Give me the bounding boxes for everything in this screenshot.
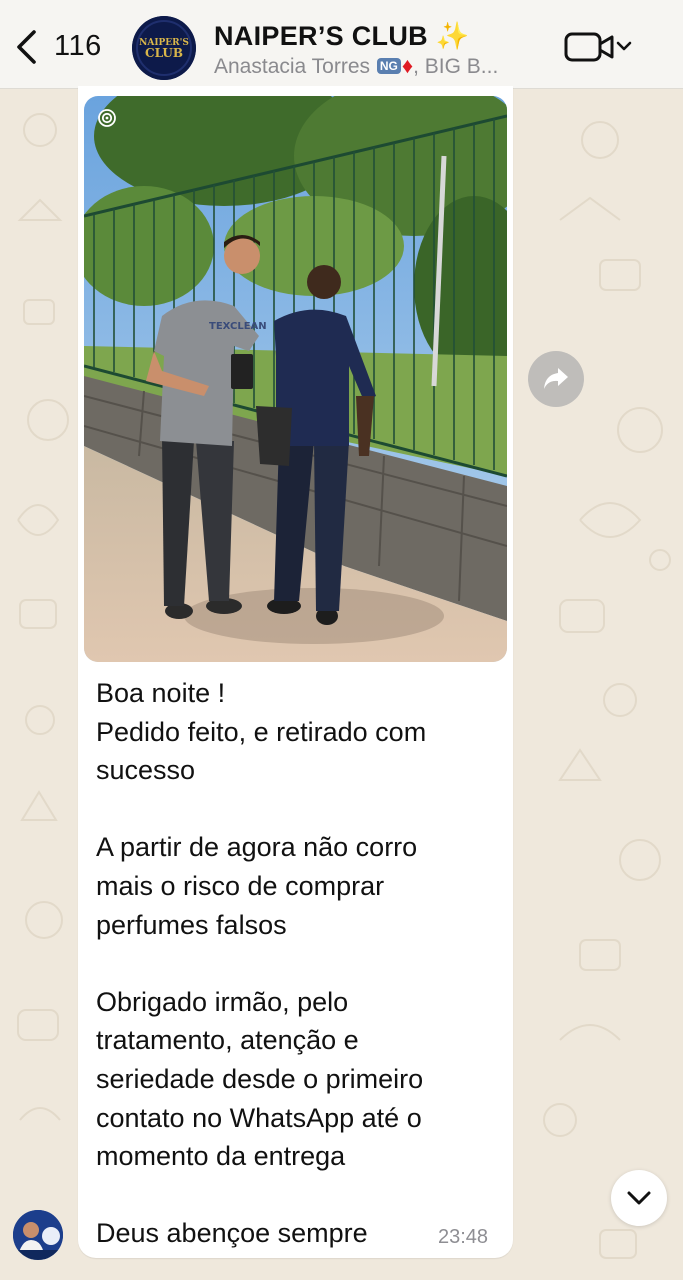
ng-flag-icon: NG xyxy=(376,58,401,74)
message-photo[interactable]: TEXCLEAN xyxy=(84,96,507,662)
view-once-icon[interactable] xyxy=(97,108,117,128)
group-name: NAIPER’S CLUB xyxy=(214,21,428,51)
member-name: Anastacia Torres xyxy=(214,55,371,78)
svg-text:TEXCLEAN: TEXCLEAN xyxy=(209,321,267,332)
message-paragraph-2: A partir de agora não corro mais o risco… xyxy=(96,832,418,940)
message-paragraph-4: Deus abençoe sempre xyxy=(96,1218,368,1249)
forward-arrow-icon xyxy=(544,368,568,389)
unread-count[interactable]: 116 xyxy=(54,30,102,63)
chevron-down-icon xyxy=(627,1191,651,1205)
svg-text:CLUB: CLUB xyxy=(145,46,183,60)
members-rest: , BIG B... xyxy=(413,55,499,78)
group-title[interactable]: NAIPER’S CLUB ✨ xyxy=(214,20,470,52)
group-members[interactable]: Anastacia Torres NG ♦, BIG B... xyxy=(214,53,529,79)
photo-two-men-at-park: TEXCLEAN xyxy=(84,96,507,662)
group-avatar[interactable]: NAIPER'S CLUB xyxy=(132,16,196,80)
video-call-icon[interactable] xyxy=(563,30,635,64)
group-logo: NAIPER'S CLUB xyxy=(132,16,196,80)
chevron-left-icon[interactable] xyxy=(12,28,42,66)
scroll-to-bottom-button[interactable] xyxy=(611,1170,667,1226)
message-paragraph-1: Boa noite ! Pedido feito, e retirado com… xyxy=(96,678,427,786)
chat-header: 116 NAIPER'S CLUB NAIPER’S CLUB ✨ Anasta… xyxy=(0,0,683,89)
sender-avatar[interactable] xyxy=(13,1210,63,1260)
diamond-icon: ♦ xyxy=(401,53,414,78)
sparkle-emoji: ✨ xyxy=(435,21,470,51)
forward-button[interactable] xyxy=(528,351,584,407)
message-paragraph-3: Obrigado irmão, pelo tratamento, atenção… xyxy=(96,986,424,1172)
message-text: Boa noite ! Pedido feito, e retirado com… xyxy=(96,674,496,1253)
message-timestamp: 23:48 xyxy=(438,1226,489,1248)
sender-avatar-image xyxy=(13,1210,63,1260)
